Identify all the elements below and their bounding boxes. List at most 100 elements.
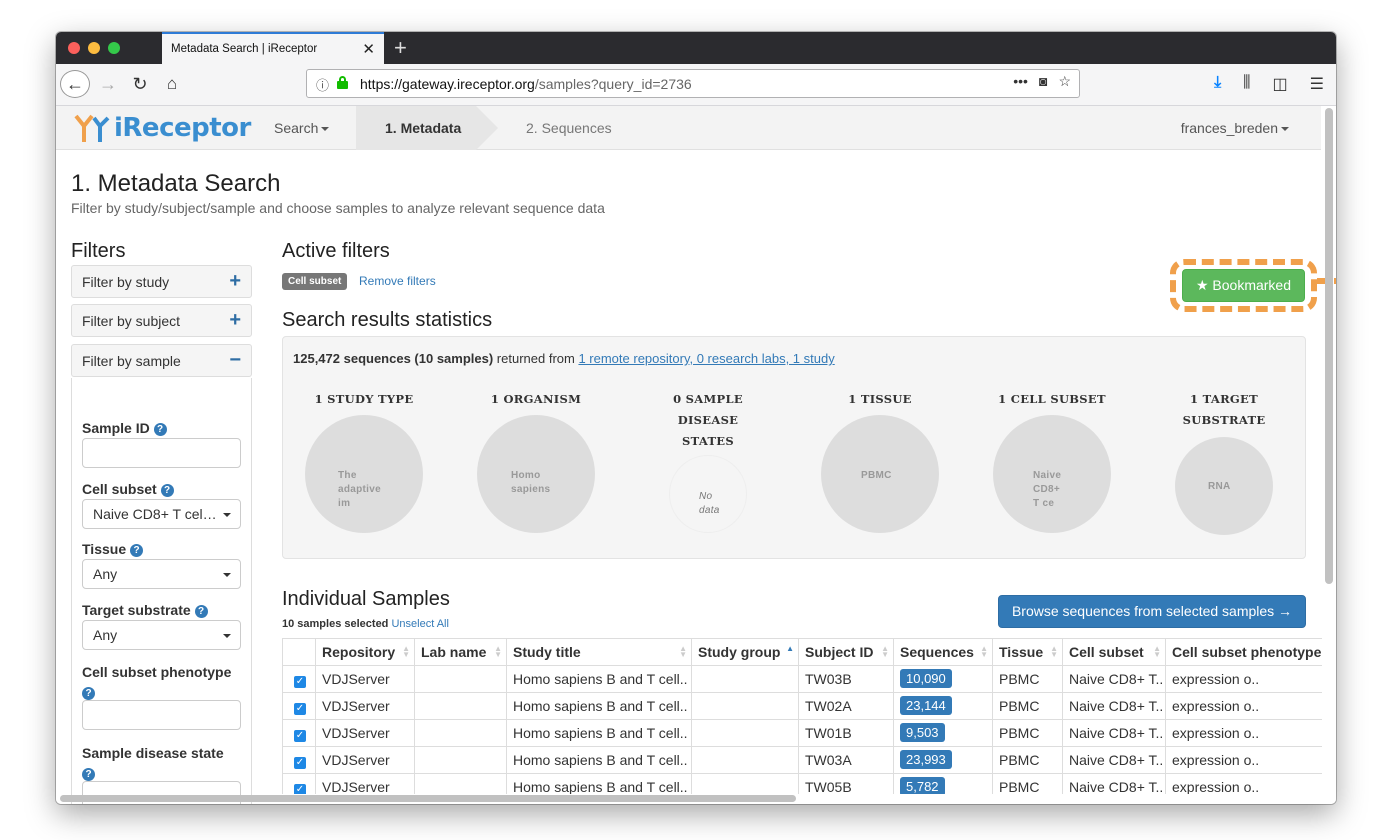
column-header-study-title[interactable]: Study title ▲ ▼ <box>506 639 691 666</box>
plus-icon: + <box>229 309 241 331</box>
help-icon[interactable]: ? <box>130 544 143 557</box>
sources-link[interactable]: 1 remote repository, 0 research labs, 1 … <box>578 351 834 366</box>
app-header: iReceptor Search 1. Metadata 2. Sequence… <box>56 106 1321 150</box>
row-checkbox[interactable]: ✓ <box>282 774 315 794</box>
close-window-button[interactable] <box>68 42 80 54</box>
cell-study-group <box>691 720 798 747</box>
browse-sequences-button[interactable]: Browse sequences from selected samples → <box>998 595 1306 628</box>
url-bar[interactable]: ⓘ https://gateway.ireceptor.org/samples?… <box>306 69 1080 98</box>
table-row[interactable]: ✓ VDJServer Homo sapiens B and T cell.. … <box>282 747 1322 774</box>
site-info-icon[interactable]: ⓘ <box>316 75 329 94</box>
sequence-count-badge[interactable]: 23,144 <box>900 696 952 715</box>
row-checkbox[interactable]: ✓ <box>282 747 315 774</box>
zoom-window-button[interactable] <box>108 42 120 54</box>
library-icon[interactable]: ⫼ <box>1243 74 1250 94</box>
cell-cell-subset: Naive CD8+ T.. <box>1062 747 1165 774</box>
minus-icon: − <box>229 349 241 371</box>
cell-sequences: 5,782 <box>893 774 992 794</box>
reload-icon[interactable]: ↻ <box>128 70 152 98</box>
table-row[interactable]: ✓ VDJServer Homo sapiens B and T cell.. … <box>282 666 1322 693</box>
title-bar: Metadata Search | iReceptor ✕ + <box>56 32 1336 64</box>
cell-subset-select[interactable]: Naive CD8+ T cel… <box>82 499 241 529</box>
target-substrate-select[interactable]: Any <box>82 620 241 650</box>
search-menu[interactable]: Search <box>274 120 330 136</box>
cell-lab-name <box>414 666 506 693</box>
cell-sequences: 9,503 <box>893 720 992 747</box>
stat-disease-states-circle: No data <box>669 455 747 533</box>
column-header-subject-id[interactable]: Subject ID ▲ ▼ <box>798 639 893 666</box>
cell-subset-phenotype-input[interactable] <box>82 700 241 730</box>
sidebar-icon[interactable]: ◫ <box>1273 74 1288 94</box>
cell-lab-name <box>414 693 506 720</box>
column-header-sequences[interactable]: Sequences ▲ ▼ <box>893 639 992 666</box>
column-header-study-group[interactable]: Study group ▲ <box>691 639 798 666</box>
ireceptor-logo[interactable]: iReceptor <box>72 111 251 145</box>
chevron-down-icon <box>321 127 330 132</box>
forward-icon[interactable]: → <box>96 70 120 98</box>
home-icon[interactable]: ⌂ <box>160 70 184 98</box>
cell-lab-name <box>414 774 506 794</box>
logo-antibody-icon <box>74 114 110 142</box>
cell-repository: VDJServer <box>315 720 414 747</box>
cell-subject-id: TW03A <box>798 747 893 774</box>
stat-cell-subset: 1 CELL SUBSET <box>998 392 1106 406</box>
checkmark-icon: ✓ <box>294 703 306 715</box>
checkmark-icon: ✓ <box>294 784 306 794</box>
row-checkbox[interactable]: ✓ <box>282 693 315 720</box>
table-row[interactable]: ✓ VDJServer Homo sapiens B and T cell.. … <box>282 720 1322 747</box>
samples-table: Repository ▲ ▼ Lab name ▲ ▼ Study title ▲ ▼ St… <box>282 638 1322 794</box>
table-row[interactable]: ✓ VDJServer Homo sapiens B and T cell.. … <box>282 693 1322 720</box>
remove-filters-link[interactable]: Remove filters <box>359 274 436 288</box>
column-header-repository[interactable]: Repository ▲ ▼ <box>315 639 414 666</box>
cell-study-group <box>691 693 798 720</box>
help-icon[interactable]: ? <box>194 605 208 618</box>
cell-subject-id: TW01B <box>798 720 893 747</box>
table-row[interactable]: ✓ VDJServer Homo sapiens B and T cell.. … <box>282 774 1322 794</box>
minimize-window-button[interactable] <box>88 42 100 54</box>
sequence-count-badge[interactable]: 5,782 <box>900 777 945 794</box>
checkmark-icon: ✓ <box>294 757 306 769</box>
unselect-all-link[interactable]: Unselect All <box>391 618 448 630</box>
browser-tab[interactable]: Metadata Search | iReceptor ✕ <box>162 32 384 64</box>
sequence-count-badge[interactable]: 10,090 <box>900 669 952 688</box>
column-header-cell-subset[interactable]: Cell subset ▲ ▼ <box>1062 639 1165 666</box>
column-header-lab-name[interactable]: Lab name ▲ ▼ <box>414 639 506 666</box>
vertical-scrollbar[interactable] <box>1325 108 1333 584</box>
help-icon[interactable]: ? <box>82 687 95 700</box>
back-icon[interactable]: ← <box>60 70 90 98</box>
bookmark-star-icon[interactable]: ☆ <box>1058 73 1071 90</box>
more-actions-icon[interactable]: ••• <box>1013 73 1028 90</box>
horizontal-scrollbar[interactable] <box>60 795 796 802</box>
filter-by-study-panel[interactable]: Filter by study + <box>71 265 252 298</box>
help-icon[interactable]: ? <box>160 484 174 497</box>
cell-repository: VDJServer <box>315 693 414 720</box>
table-header-row: Repository ▲ ▼ Lab name ▲ ▼ Study title ▲ ▼ St… <box>282 639 1322 666</box>
new-tab-icon[interactable]: + <box>394 35 407 61</box>
row-checkbox[interactable]: ✓ <box>282 666 315 693</box>
sequence-count-badge[interactable]: 9,503 <box>900 723 945 742</box>
help-icon[interactable]: ? <box>153 423 167 436</box>
stat-target-substrate-circle: RNA <box>1175 437 1273 535</box>
selected-count: 10 samples selected Unselect All <box>282 618 449 630</box>
help-icon[interactable]: ? <box>82 768 95 781</box>
tissue-select[interactable]: Any <box>82 559 241 589</box>
filter-by-subject-panel[interactable]: Filter by subject + <box>71 304 252 337</box>
active-filter-badge: Cell subset <box>282 273 348 290</box>
column-header-cell-subset-phenotype[interactable]: Cell subset phenotype <box>1165 639 1322 666</box>
pocket-icon[interactable]: ◙ <box>1039 73 1047 90</box>
column-header-tissue[interactable]: Tissue ▲ ▼ <box>992 639 1062 666</box>
navigation-toolbar: ← → ↻ ⌂ ⓘ https://gateway.ireceptor.org/… <box>56 64 1336 106</box>
tab-close-icon[interactable]: ✕ <box>362 40 375 58</box>
menu-icon[interactable]: ☰ <box>1310 74 1324 94</box>
filters-heading: Filters <box>71 240 126 262</box>
downloads-icon[interactable]: ⤓ <box>1214 74 1221 94</box>
filter-by-sample-panel[interactable]: Filter by sample − <box>71 344 252 377</box>
stat-target-substrate: 1 TARGET SUBSTRATE <box>1182 392 1266 427</box>
sample-id-input[interactable] <box>82 438 241 468</box>
cell-subset-phenotype-label: Cell subset phenotype? <box>82 664 232 700</box>
sequence-count-badge[interactable]: 23,993 <box>900 750 952 769</box>
user-menu[interactable]: frances_breden <box>1181 120 1289 136</box>
breadcrumb-sequences[interactable]: 2. Sequences <box>526 120 612 136</box>
row-checkbox[interactable]: ✓ <box>282 720 315 747</box>
stat-disease-states: 0 SAMPLE DISEASE STATES <box>673 392 743 448</box>
